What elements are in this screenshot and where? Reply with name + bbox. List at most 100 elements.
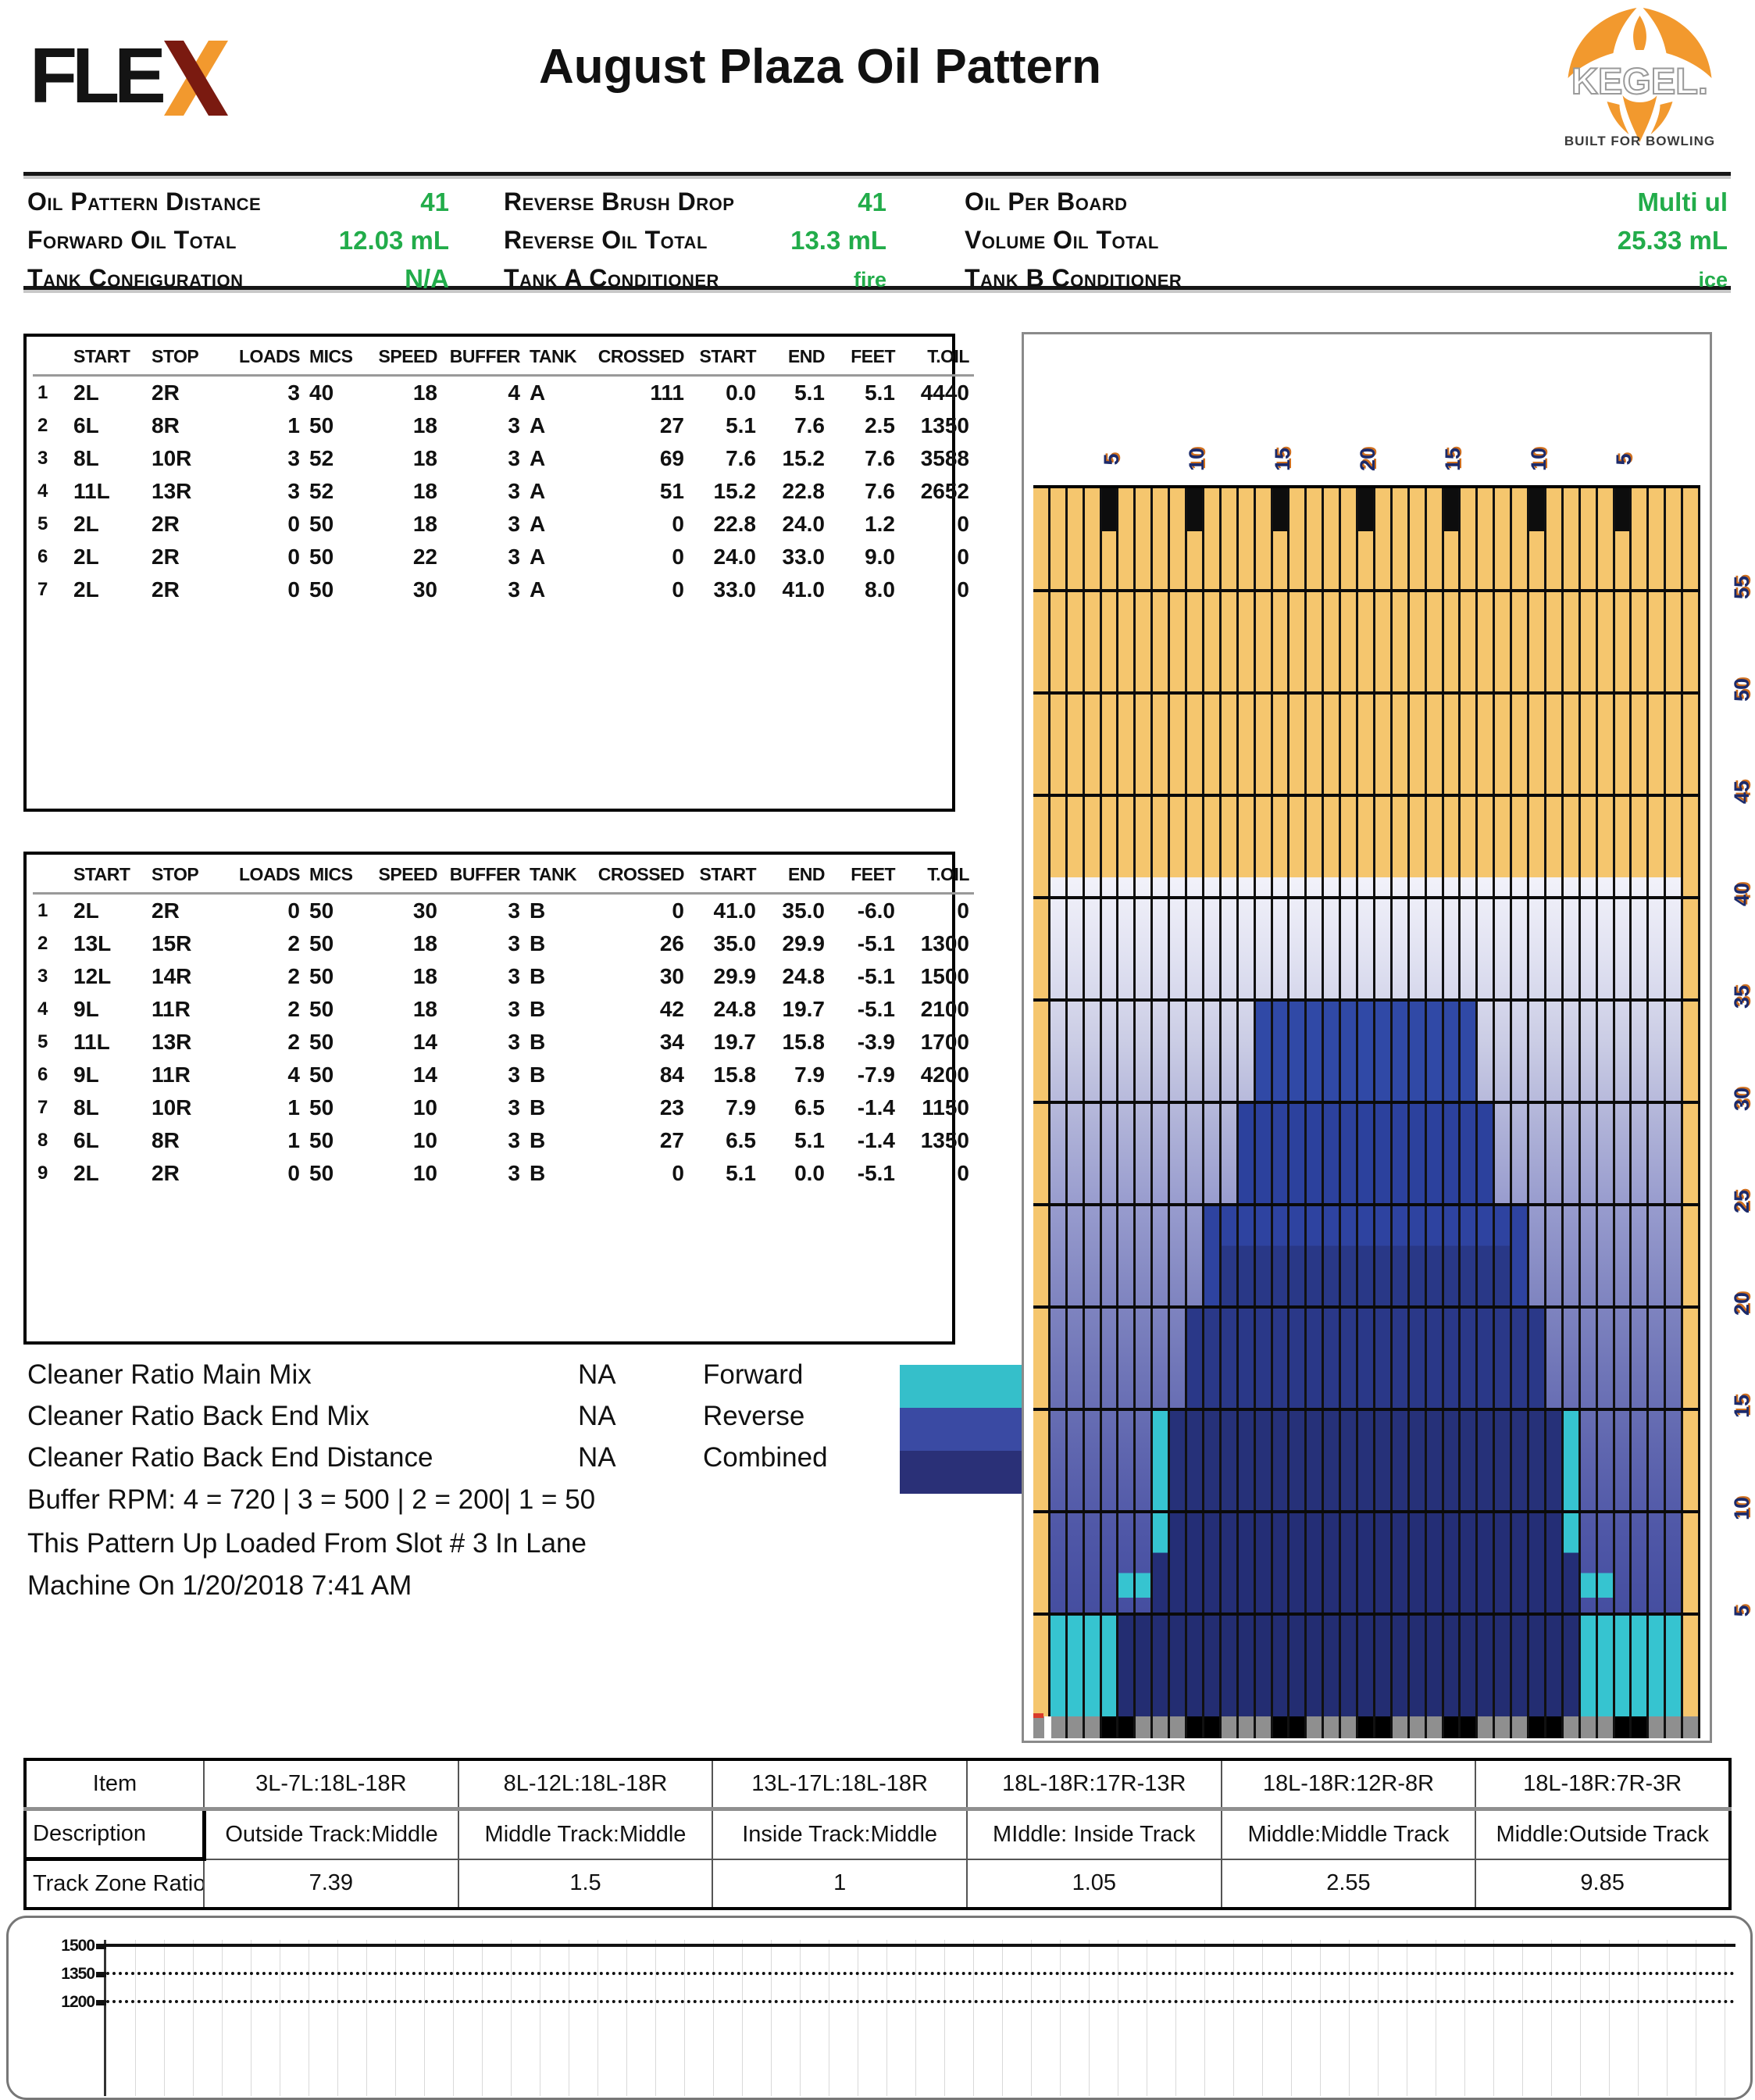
chart-gridline [800, 1940, 801, 2096]
distance-label: 40 [1730, 871, 1752, 918]
table-cell: 2 [233, 1026, 305, 1059]
table-cell: 0 [586, 573, 689, 606]
chart-gridline [1349, 1940, 1350, 2096]
table-cell: 50 [305, 993, 366, 1026]
strip-cell [1615, 1716, 1630, 1738]
strip-cell [1393, 1716, 1407, 1738]
table-cell: B [525, 960, 586, 993]
table-cell: 6 [33, 541, 69, 573]
chart-gridline [193, 1940, 194, 2096]
strip-cell [1118, 1716, 1133, 1738]
table-cell: 1350 [900, 1124, 974, 1157]
table-cell: 4200 [900, 1059, 974, 1091]
table-row: 72L2R050303A033.041.08.00 [33, 573, 974, 606]
chart-gridline [1204, 1940, 1205, 2096]
column-header: CROSSED [586, 340, 689, 376]
table-cell: B [525, 1059, 586, 1091]
table-cell: 1300 [900, 927, 974, 960]
table-cell: 1350 [900, 409, 974, 442]
table-cell: 3 [442, 1157, 525, 1190]
table-cell: 50 [305, 573, 366, 606]
table-cell: 50 [305, 508, 366, 541]
table-cell: 0 [900, 508, 974, 541]
strip-cell [1273, 1716, 1288, 1738]
page-title: August Plaza Oil Pattern [539, 39, 1101, 95]
table-cell: 0 [900, 573, 974, 606]
flex-logo: FLE [30, 41, 230, 116]
distance-line [1033, 1612, 1700, 1616]
table-row: 69L11R450143B8415.87.9-7.94200 [33, 1059, 974, 1091]
distance-line [1033, 896, 1700, 899]
chart-gridline [944, 1940, 945, 2096]
table-cell: 6.5 [761, 1091, 829, 1124]
strip-cell [1324, 1716, 1339, 1738]
chart-gridline [135, 1940, 136, 2096]
table-cell: 2652 [900, 475, 974, 508]
table-cell: B [525, 993, 586, 1026]
chart-gridline [684, 1940, 685, 2096]
column-header: T.OIL [900, 340, 974, 376]
table-cell: 10R [147, 1091, 233, 1124]
table-cell: 3 [233, 475, 305, 508]
table-cell: 18 [366, 993, 442, 1026]
table-cell: 8L [69, 442, 147, 475]
info-value: 41 [504, 188, 886, 217]
table-cell: 0 [900, 1157, 974, 1190]
table-cell: 11R [147, 993, 233, 1026]
lane-boards [1033, 485, 1700, 1719]
lane-diagram: 555045403530252015105510152015105 [1022, 332, 1712, 1743]
column-header: FEET [829, 858, 900, 894]
strip-cell [1341, 1716, 1356, 1738]
table-cell: 1 [233, 1124, 305, 1157]
chart-gridline [1175, 1940, 1176, 2096]
table-cell: 2R [147, 541, 233, 573]
track-cell: Middle:Outside Track [1475, 1809, 1730, 1859]
table-cell: 5.1 [761, 1124, 829, 1157]
table-cell: 3 [33, 442, 69, 475]
chart-gridline [713, 1940, 714, 2096]
table-cell: 7.6 [761, 409, 829, 442]
table-cell: 42 [586, 993, 689, 1026]
forward-oil-box: STARTSTOPLOADSMICSSPEEDBUFFERTANKCROSSED… [23, 334, 955, 812]
strip-cell [1187, 1716, 1202, 1738]
column-header: START [689, 340, 761, 376]
track-cell: Description [25, 1809, 204, 1859]
table-cell: 0 [233, 573, 305, 606]
chart-gridline [973, 1940, 974, 2096]
table-cell: 2R [147, 894, 233, 928]
table-cell: 8 [33, 1124, 69, 1157]
chart-gridline [1320, 1940, 1321, 2096]
table-cell: 2L [69, 508, 147, 541]
track-cell: 18L-18R:12R-8R [1222, 1759, 1476, 1809]
distance-label: 35 [1730, 973, 1752, 1020]
table-cell: 5.1 [829, 376, 900, 410]
track-cell: Middle:Middle Track [1222, 1809, 1476, 1859]
column-header [33, 340, 69, 376]
table-cell: 4 [33, 993, 69, 1026]
table-cell: 0 [586, 894, 689, 928]
table-cell: -7.9 [829, 1059, 900, 1091]
distance-label: 45 [1730, 769, 1752, 816]
track-cell: 1 [712, 1859, 967, 1909]
lane-board-marker-strip [1033, 1716, 1700, 1738]
table-cell: 2 [33, 927, 69, 960]
cleaner-ratio-label: Cleaner Ratio Back End Mix [27, 1401, 369, 1432]
table-cell: 3 [33, 960, 69, 993]
chart-ytick-label: 1200 [38, 1993, 95, 2012]
column-header [33, 858, 69, 894]
table-cell: 84 [586, 1059, 689, 1091]
table-cell: 9L [69, 993, 147, 1026]
chart-gridline [1291, 1940, 1292, 2096]
table-header-row: STARTSTOPLOADSMICSSPEEDBUFFERTANKCROSSED… [33, 858, 974, 894]
strip-cell [1375, 1716, 1390, 1738]
column-header: STOP [147, 858, 233, 894]
table-cell: 3 [442, 573, 525, 606]
table-cell: 50 [305, 1059, 366, 1091]
table-cell: 3 [442, 894, 525, 928]
chart-gridline [626, 1940, 627, 2096]
table-cell: 3588 [900, 442, 974, 475]
table-cell: 50 [305, 1124, 366, 1157]
chart-line-1350 [106, 1972, 1735, 1975]
column-header: SPEED [366, 858, 442, 894]
legend-swatches [900, 1365, 1023, 1494]
